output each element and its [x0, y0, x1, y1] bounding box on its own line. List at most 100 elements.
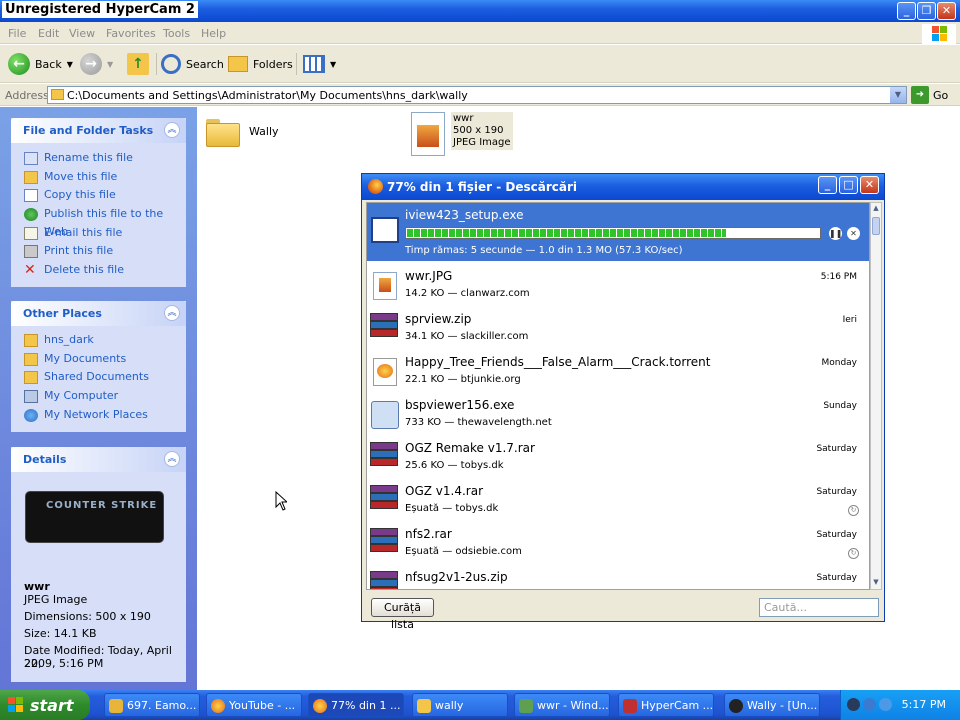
download-name: wwr.JPG: [405, 269, 453, 283]
link-label: My Network Places: [44, 407, 148, 421]
link-label: E-mail this file: [44, 225, 123, 239]
details-dimensions: Dimensions: 500 x 190: [24, 610, 151, 623]
copy-icon: [24, 189, 38, 203]
details-title: Details: [23, 453, 67, 466]
go-label: Go: [933, 88, 949, 102]
toolbar-divider: [156, 53, 157, 75]
collapse-icon[interactable]: ︽: [164, 305, 180, 321]
place-my-documents[interactable]: My Documents: [11, 350, 186, 369]
place-shared-documents[interactable]: Shared Documents: [11, 368, 186, 387]
download-item[interactable]: bspviewer156.exe 733 KO — thewavelength.…: [367, 393, 869, 436]
maximize-button[interactable]: □: [839, 176, 858, 194]
downloads-search-input[interactable]: Caută...: [759, 598, 879, 617]
clear-list-button[interactable]: Curăță lista: [371, 598, 434, 631]
network-icon[interactable]: [863, 698, 876, 711]
move-file-link[interactable]: Move this file: [11, 168, 186, 187]
scroll-down-icon[interactable]: ▼: [872, 578, 880, 588]
menu-view[interactable]: View: [69, 27, 95, 40]
link-label: hns_dark: [44, 333, 94, 346]
close-button[interactable]: ✕: [937, 2, 956, 20]
download-name: Happy_Tree_Friends___False_Alarm___Crack…: [405, 355, 711, 369]
go-button[interactable]: ➜ Go: [911, 86, 948, 104]
menu-help[interactable]: Help: [201, 27, 226, 40]
details-modified-date: 2009, 5:16 PM: [24, 657, 104, 670]
jpeg-file-info[interactable]: wwr 500 x 190 JPEG Image: [451, 112, 513, 150]
folders-button[interactable]: Folders: [228, 51, 293, 77]
email-file-link[interactable]: E-mail this file: [11, 224, 186, 243]
menu-edit[interactable]: Edit: [38, 27, 59, 40]
download-item[interactable]: nfs2.rar Eșuată — odsiebie.com Saturday …: [367, 522, 869, 565]
place-my-computer[interactable]: My Computer: [11, 387, 186, 406]
taskbar-item[interactable]: Wally - [Un...: [724, 693, 820, 717]
download-item[interactable]: wwr.JPG 14.2 KO — clanwarz.com 5:16 PM: [367, 264, 869, 307]
start-button[interactable]: start: [0, 690, 90, 720]
details-size: Size: 14.1 KB: [24, 627, 97, 640]
taskbar-item[interactable]: wally: [412, 693, 508, 717]
place-network-places[interactable]: My Network Places: [11, 406, 186, 425]
publish-web-link[interactable]: Publish this file to the Web: [11, 205, 186, 238]
search-button[interactable]: Search: [161, 51, 224, 77]
taskbar-label: wally: [435, 699, 464, 712]
delete-file-link[interactable]: ✕ Delete this file: [11, 261, 186, 280]
menu-favorites[interactable]: Favorites: [106, 27, 156, 40]
scroll-up-icon[interactable]: ▲: [872, 204, 880, 214]
mouse-cursor-icon: [275, 491, 287, 511]
scroll-thumb[interactable]: [872, 217, 880, 235]
minimize-button[interactable]: _: [818, 176, 837, 194]
forward-button[interactable]: → ▼: [80, 51, 113, 77]
place-hns-dark[interactable]: hns_dark: [11, 331, 186, 350]
retry-icon[interactable]: ↻: [848, 548, 859, 559]
taskbar-item[interactable]: wwr - Wind...: [514, 693, 610, 717]
taskbar-item[interactable]: HyperCam ...: [618, 693, 714, 717]
collapse-icon[interactable]: ︽: [164, 451, 180, 467]
file-tasks-header[interactable]: File and Folder Tasks ︽: [11, 118, 186, 143]
rename-icon: [24, 152, 38, 165]
minimize-button[interactable]: _: [897, 2, 916, 20]
restore-button[interactable]: ❐: [917, 2, 936, 20]
pause-icon[interactable]: ❚❚: [829, 227, 842, 240]
rename-file-link[interactable]: Rename this file: [11, 149, 186, 168]
taskbar-item[interactable]: 697. Eamo...: [104, 693, 200, 717]
other-places-header[interactable]: Other Places ︽: [11, 301, 186, 326]
views-button[interactable]: ▼: [303, 51, 336, 77]
close-button[interactable]: ✕: [860, 176, 879, 194]
downloads-title-bar[interactable]: 77% din 1 fișier - Descărcări _ □ ✕: [362, 174, 884, 200]
chevron-down-icon: ▼: [330, 59, 337, 69]
folder-wally-label[interactable]: Wally: [249, 125, 279, 138]
delete-x-icon: ✕: [24, 262, 36, 279]
download-item[interactable]: OGZ v1.4.rar Eșuată — tobys.dk Saturday …: [367, 479, 869, 522]
download-meta: 22.1 KO — btjunkie.org: [405, 374, 521, 385]
cancel-icon[interactable]: ✕: [847, 227, 860, 240]
download-item[interactable]: nfsug2v1-2us.zip Saturday: [367, 565, 869, 589]
jpeg-file-icon[interactable]: [411, 112, 445, 156]
up-folder-button[interactable]: ↑: [127, 51, 149, 77]
download-item[interactable]: OGZ Remake v1.7.rar 25.6 KO — tobys.dk S…: [367, 436, 869, 479]
downloads-scrollbar[interactable]: ▲ ▼: [870, 202, 882, 590]
folders-icon: [228, 56, 248, 72]
taskbar-label: 77% din 1 ...: [331, 699, 401, 712]
address-field[interactable]: C:\Documents and Settings\Administrator\…: [47, 86, 907, 104]
details-header[interactable]: Details ︽: [11, 447, 186, 472]
copy-file-link[interactable]: Copy this file: [11, 186, 186, 205]
menu-tools[interactable]: Tools: [163, 27, 190, 40]
download-item[interactable]: Happy_Tree_Friends___False_Alarm___Crack…: [367, 350, 869, 393]
download-item-active[interactable]: iview423_setup.exe Timp rămas: 5 secunde…: [367, 203, 869, 261]
taskbar-item[interactable]: YouTube - ...: [206, 693, 302, 717]
print-file-link[interactable]: Print this file: [11, 242, 186, 261]
back-button[interactable]: ← Back ▼: [8, 51, 73, 77]
link-label: Copy this file: [44, 188, 116, 202]
download-meta: 733 KO — thewavelength.net: [405, 417, 552, 428]
views-icon: [303, 55, 325, 73]
messenger-icon[interactable]: [879, 698, 892, 711]
menu-file[interactable]: File: [8, 27, 26, 40]
image-viewer-icon: [519, 699, 533, 713]
system-tray: 5:17 PM: [840, 690, 960, 720]
address-label: Address: [5, 89, 49, 102]
folder-wally-icon[interactable]: [206, 117, 240, 147]
address-dropdown-icon[interactable]: ▼: [890, 87, 906, 103]
taskbar-item-active[interactable]: 77% din 1 ...: [308, 693, 404, 717]
retry-icon[interactable]: ↻: [848, 505, 859, 516]
download-item[interactable]: sprview.zip 34.1 KO — slackiller.com Ier…: [367, 307, 869, 350]
steam-icon[interactable]: [847, 698, 860, 711]
collapse-icon[interactable]: ︽: [164, 122, 180, 138]
